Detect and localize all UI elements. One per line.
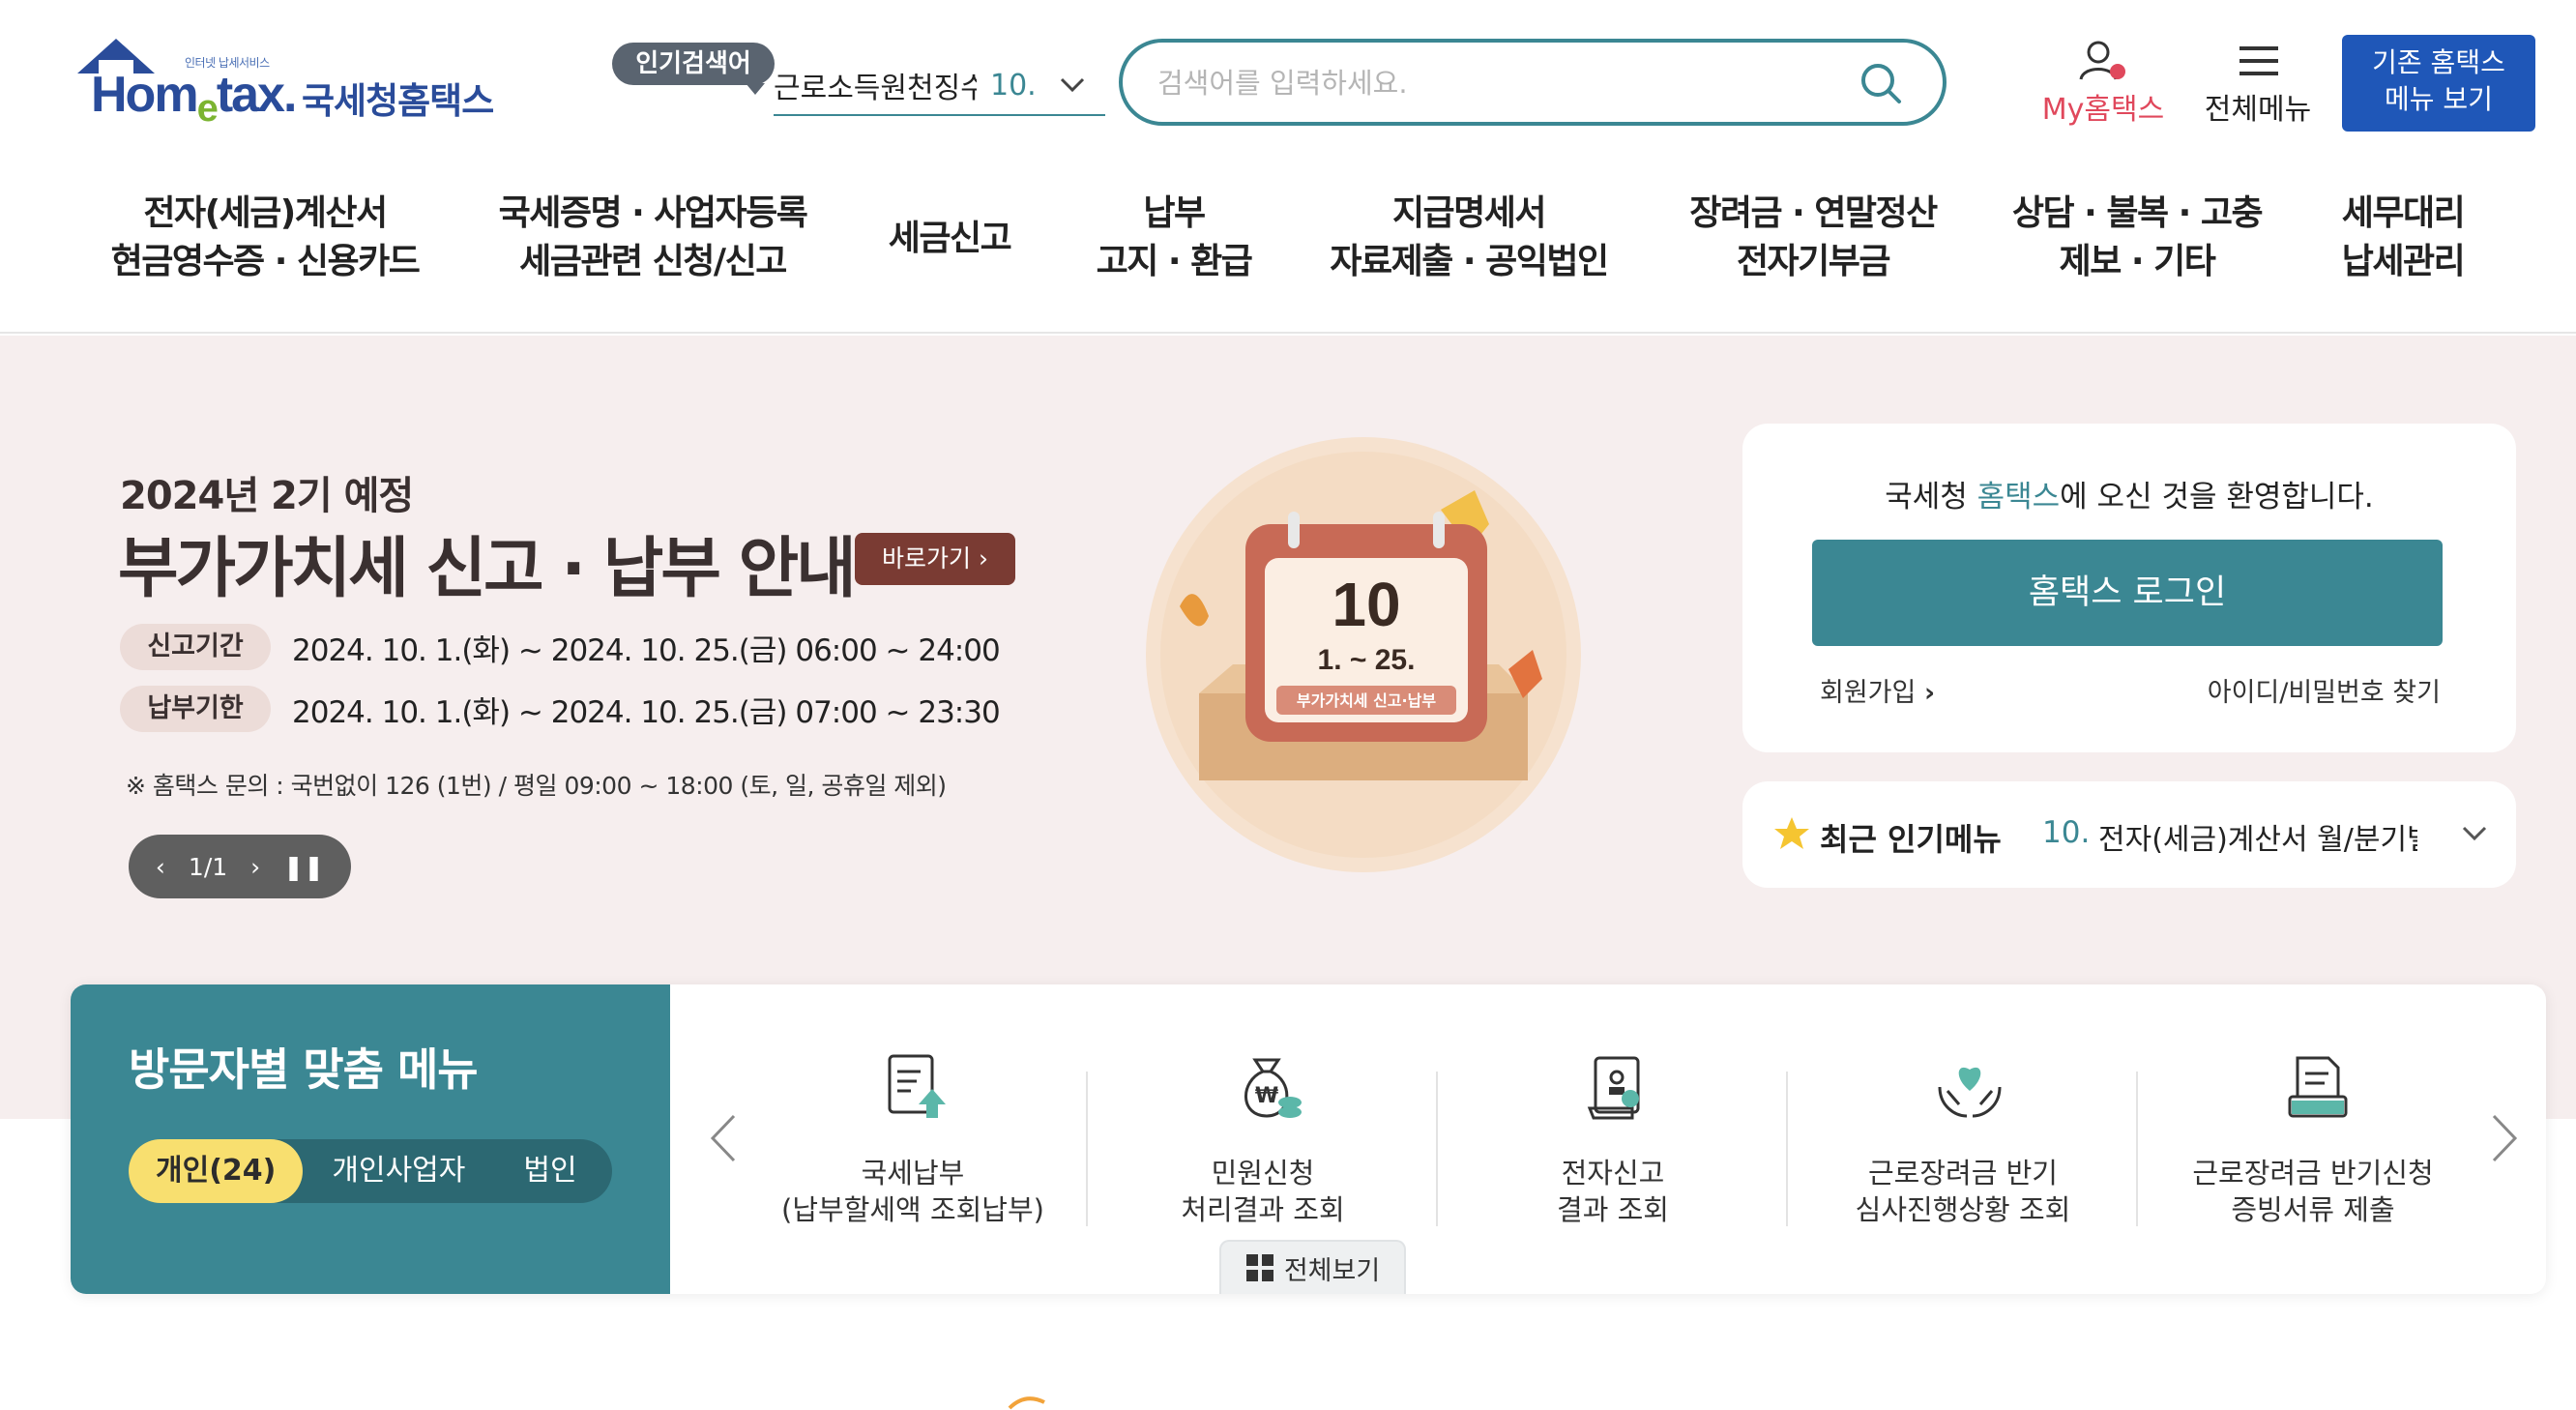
slide-counter: 1/1 (188, 852, 228, 881)
pause-icon[interactable]: ❚❚ (283, 853, 324, 881)
gnb-item-consult[interactable]: 상담 · 불복 · 고충 제보 · 기타 (2011, 190, 2264, 286)
popular-menu-value: 전자(세금)계산서 월/분기별 통계조회 (2098, 823, 2417, 857)
popular-menu-title: 최근 인기메뉴 (1820, 821, 2002, 858)
old-hometax-menu-button[interactable]: 기존 홈택스 메뉴 보기 (2342, 35, 2535, 132)
svg-text:₩: ₩ (1255, 1084, 1278, 1108)
popular-keyword: 근로소득원천징수영수증 (774, 72, 977, 105)
inquiry-note: ※ 홈택스 문의 : 국번없이 126 (1번) / 평일 09:00 ~ 18… (126, 772, 947, 800)
calendar-illustration: 10 1. ~ 25. 부가가치세 신고·납부 (1146, 437, 1581, 872)
chevron-right-icon[interactable] (2490, 1114, 2519, 1162)
banner-go-button[interactable]: 바로가기 › (855, 533, 1015, 585)
payment-deadline-label: 납부기한 (120, 686, 271, 732)
old-menu-line1: 기존 홈택스 (2372, 46, 2505, 78)
join-link[interactable]: 회원가입 › (1820, 671, 1935, 709)
gnb-item-tax-agent[interactable]: 세무대리 납세관리 (2330, 190, 2475, 286)
service-civil-petition[interactable]: ₩ 민원신청 처리결과 조회 (1088, 1033, 1438, 1255)
chevron-down-icon (1060, 77, 1085, 93)
user-icon (2079, 41, 2125, 80)
service-incentive-documents[interactable]: 근로장려금 반기신청 증빙서류 제출 (2138, 1033, 2488, 1255)
calendar-number: 10 (1332, 570, 1400, 639)
gnb-item-e-invoice[interactable]: 전자(세금)계산서 현금영수증 · 신용카드 (102, 190, 427, 286)
service-e-filing-result[interactable]: 전자신고 결과 조회 (1438, 1033, 1788, 1255)
star-icon (1774, 817, 1809, 849)
view-all-button[interactable]: 전체보기 (1219, 1240, 1406, 1294)
tab-sole-proprietor[interactable]: 개인사업자 (303, 1139, 494, 1203)
grid-icon (1245, 1254, 1273, 1281)
visitor-menu-panel: 방문자별 맞춤 메뉴 개인(24) 개인사업자 법인 (71, 984, 670, 1294)
calendar-range: 1. ~ 25. (1318, 644, 1416, 676)
hometax-login-button[interactable]: 홈택스 로그인 (1812, 540, 2443, 646)
filing-period-row: 신고기간 2024. 10. 1.(화) ~ 2024. 10. 25.(금) … (120, 624, 1001, 670)
popular-search-select[interactable]: 근로소득원천징수영수증 10. (774, 56, 1105, 116)
banner-subtitle: 2024년 2기 예정 (120, 474, 414, 518)
scroll-document-icon (1587, 1056, 1640, 1120)
my-hometax-button[interactable]: My홈택스 (2031, 37, 2176, 127)
old-menu-line2: 메뉴 보기 (2385, 83, 2493, 115)
popular-menu-bar[interactable]: 최근 인기메뉴 10. 전자(세금)계산서 월/분기별 통계조회 (1742, 781, 2516, 888)
chevron-right-icon: › (1923, 678, 1936, 708)
all-menu-button[interactable]: 전체메뉴 (2195, 37, 2321, 127)
calendar-caption: 부가가치세 신고·납부 (1297, 691, 1436, 710)
gnb-item-tax-return[interactable]: 세금신고 (882, 215, 1017, 263)
gnb-item-incentive[interactable]: 장려금 · 연말정산 전자기부금 (1683, 190, 1944, 286)
chevron-down-icon[interactable] (2462, 826, 2487, 841)
my-hometax-label: My홈택스 (2041, 93, 2165, 127)
visitor-menu-title: 방문자별 맞춤 메뉴 (129, 1043, 479, 1096)
payment-deadline-value: 2024. 10. 1.(화) ~ 2024. 10. 25.(금) 07:00… (292, 694, 1001, 730)
service-tax-payment[interactable]: 국세납부 (납부할세액 조회납부) (738, 1033, 1088, 1255)
popular-search-badge: 인기검색어 (612, 43, 775, 95)
money-bag-icon: ₩ (1244, 1058, 1302, 1118)
banner-title: 부가가치세 신고 · 납부 안내 (118, 531, 857, 607)
prev-slide-icon[interactable]: ‹ (156, 853, 165, 881)
all-menu-label: 전체메뉴 (2204, 93, 2312, 127)
site-header: 인터넷 납세서비스 Hometax. 국세청홈택스 인기검색어 근로소득원천징수… (0, 0, 2576, 334)
gnb-item-payment[interactable]: 납부 고지 · 환급 (1087, 190, 1261, 286)
logo-brand: Hometax. (91, 67, 297, 130)
filing-period-label: 신고기간 (120, 624, 271, 670)
visitor-tabs: 개인(24) 개인사업자 법인 (129, 1139, 612, 1203)
popular-rank: 10. (990, 68, 1037, 103)
search-input[interactable] (1157, 60, 1834, 106)
hometax-logo[interactable]: 인터넷 납세서비스 Hometax. 국세청홈택스 (73, 37, 494, 133)
visitor-menu: 방문자별 맞춤 메뉴 개인(24) 개인사업자 법인 국세납부 (납부할세액 조… (71, 984, 2546, 1294)
login-card: 국세청 홈택스에 오신 것을 환영합니다. 홈택스 로그인 회원가입 › 아이디… (1742, 424, 2516, 752)
gnb-item-statements[interactable]: 지급명세서 자료제출 · 공익법인 (1329, 190, 1609, 286)
search-icon[interactable] (1859, 62, 1902, 104)
chevron-right-icon: › (978, 544, 988, 573)
welcome-message: 국세청 홈택스에 오신 것을 환영합니다. (1885, 480, 2374, 514)
search-box (1119, 39, 1947, 126)
find-id-password-link[interactable]: 아이디/비밀번호 찾기 (2208, 671, 2441, 709)
document-upload-icon (888, 1054, 946, 1118)
decoration-icon (1008, 1396, 1045, 1410)
main-navigation: 전자(세금)계산서 현금영수증 · 신용카드 국세증명 · 사업자등록 세금관련 신… (0, 190, 2576, 306)
next-slide-icon[interactable]: › (250, 853, 260, 881)
popular-menu-rank: 10. (2042, 815, 2091, 850)
document-tray-icon (2288, 1056, 2348, 1118)
tab-individual[interactable]: 개인(24) (129, 1139, 304, 1203)
logo-korean-name: 국세청홈택스 (302, 80, 494, 122)
view-all-label: 전체보기 (1283, 1255, 1381, 1286)
chevron-left-icon[interactable] (709, 1114, 738, 1162)
heart-hands-icon (1938, 1067, 2002, 1118)
banner-pager: ‹ 1/1 › ❚❚ (129, 835, 351, 898)
tab-corporation[interactable]: 법인 (494, 1139, 605, 1203)
filing-period-value: 2024. 10. 1.(화) ~ 2024. 10. 25.(금) 06:00… (292, 632, 1001, 668)
service-incentive-progress[interactable]: 근로장려금 반기 심사진행상황 조회 (1788, 1033, 2138, 1255)
hamburger-menu-icon (2239, 46, 2278, 75)
payment-deadline-row: 납부기한 2024. 10. 1.(화) ~ 2024. 10. 25.(금) … (120, 686, 1001, 732)
gnb-item-certificate[interactable]: 국세증명 · 사업자등록 세금관련 신청/신고 (495, 190, 810, 286)
